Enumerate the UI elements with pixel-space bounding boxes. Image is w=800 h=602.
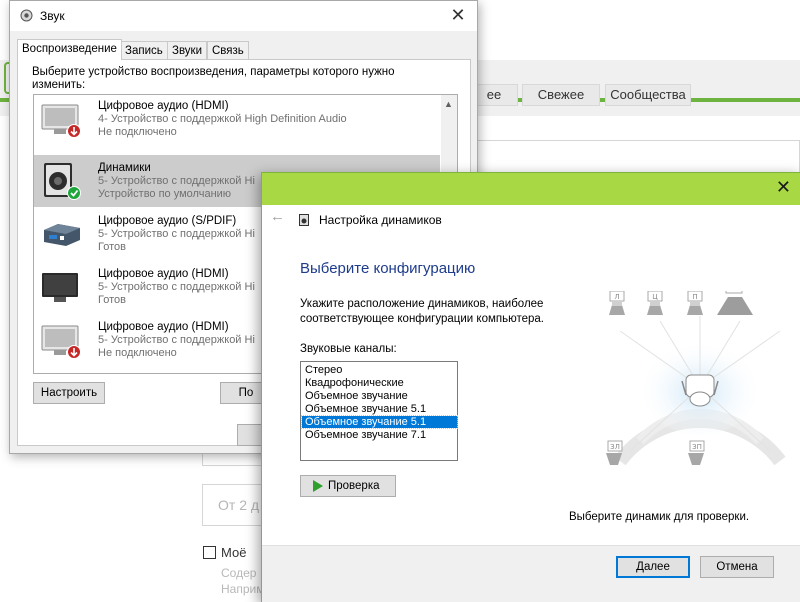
device-description: 5- Устройство с поддержкой Hi <box>98 334 255 346</box>
wizard-hint: Выберите динамик для проверки. <box>569 511 750 523</box>
device-description: 4- Устройство с поддержкой High Definiti… <box>98 113 347 125</box>
speaker-center[interactable]: Ц <box>647 291 663 315</box>
device-status: Готов <box>98 294 126 306</box>
device-name: Цифровое аудио (S/PDIF) <box>98 215 237 227</box>
wizard-header: ← Настройка динамиков <box>262 205 800 233</box>
play-icon <box>313 480 323 492</box>
monitor-icon <box>41 104 81 138</box>
channel-option[interactable]: Объемное звучание 5.1 <box>302 403 457 415</box>
test-button-label: Проверка <box>328 480 380 492</box>
playback-instruction: Выберите устройство воспроизведения, пар… <box>32 66 395 91</box>
channel-option[interactable]: Объемное звучание 7.1 <box>302 429 457 441</box>
device-description: 5- Устройство с поддержкой Hi <box>98 175 255 187</box>
wizard-close-icon[interactable]: ✕ <box>776 177 791 198</box>
device-status: Готов <box>98 241 126 253</box>
spdif-device-icon <box>44 224 80 246</box>
background-checkbox[interactable] <box>203 546 216 559</box>
speaker-label-subwoofer: НЧ <box>729 291 739 293</box>
device-status: Не подключено <box>98 347 177 359</box>
monitor-icon <box>42 273 78 302</box>
tab-playback[interactable]: Воспроизведение <box>17 39 122 60</box>
speaker-rear-right[interactable]: ЗП <box>688 440 705 465</box>
speaker-label-center: Ц <box>652 293 658 301</box>
speaker-label-rear-right: ЗП <box>692 443 702 451</box>
device-description: 5- Устройство с поддержкой Hi <box>98 228 255 240</box>
back-arrow-icon[interactable]: ← <box>270 208 285 225</box>
device-name: Цифровое аудио (HDMI) <box>98 100 229 112</box>
sound-app-icon <box>20 9 33 22</box>
channel-option-selected[interactable]: Объемное звучание 5.1 <box>301 415 458 429</box>
speaker-label-rear-left: ЗЛ <box>610 443 620 451</box>
speaker-front-right[interactable]: П <box>687 291 703 315</box>
wizard-titlebar[interactable]: ✕ <box>262 173 800 205</box>
device-item-hdmi-4[interactable]: Цифровое аудио (HDMI) 4- Устройство с по… <box>34 95 440 145</box>
wizard-title: Настройка динамиков <box>319 213 442 227</box>
speaker-layout-diagram: Л Ц П НЧ ЗЛ <box>606 291 786 466</box>
wizard-description: Укажите расположение динамиков, наиболее… <box>300 298 544 325</box>
wizard-heading: Выберите конфигурацию <box>300 260 476 277</box>
speaker-rear-left[interactable]: ЗЛ <box>606 440 623 465</box>
tab-recording[interactable]: Запись <box>120 41 168 60</box>
monitor-icon <box>41 325 81 359</box>
default-check-badge-icon <box>68 187 80 199</box>
background-checkbox-label: Моё <box>221 545 247 560</box>
device-name: Цифровое аудио (HDMI) <box>98 321 229 333</box>
device-status: Не подключено <box>98 126 177 138</box>
tab-communications[interactable]: Связь <box>207 41 249 60</box>
speaker-icon <box>44 163 81 200</box>
sound-dialog-close-icon[interactable]: ✕ <box>447 5 469 27</box>
next-button[interactable]: Далее <box>616 556 690 578</box>
background-hint-line1: Содер <box>221 566 257 580</box>
test-button[interactable]: Проверка <box>300 475 396 497</box>
channels-listbox[interactable]: Стерео Квадрофонические Объемное звучани… <box>300 361 458 461</box>
speaker-small-icon <box>299 214 309 226</box>
sound-dialog-title: Звук <box>40 9 65 23</box>
cancel-button[interactable]: Отмена <box>700 556 774 578</box>
wizard-button-bar: Далее Отмена <box>262 545 800 602</box>
sound-dialog-titlebar[interactable]: Звук ✕ <box>10 1 477 31</box>
device-description: 5- Устройство с поддержкой Hi <box>98 281 255 293</box>
background-tab-fresh[interactable]: Свежее <box>522 84 600 106</box>
background-tab-communities[interactable]: Сообщества <box>605 84 691 106</box>
device-name: Динамики <box>98 162 151 174</box>
tab-sounds[interactable]: Звуки <box>167 41 208 60</box>
device-name: Цифровое аудио (HDMI) <box>98 268 229 280</box>
speaker-front-left[interactable]: Л <box>609 291 625 315</box>
channel-option[interactable]: Объемное звучание <box>302 390 457 402</box>
scroll-up-arrow-icon[interactable]: ▲ <box>444 99 453 109</box>
speaker-label-front-left: Л <box>614 293 619 301</box>
speaker-setup-wizard: ✕ ← Настройка динамиков Выберите конфигу… <box>261 172 800 602</box>
channel-option[interactable]: Квадрофонические <box>302 377 457 389</box>
background-input-box[interactable] <box>470 140 800 176</box>
background-date-input-text: От 2 д <box>218 497 260 513</box>
speaker-subwoofer[interactable]: НЧ <box>717 291 753 315</box>
speaker-label-front-right: П <box>692 293 697 301</box>
configure-button[interactable]: Настроить <box>33 382 105 404</box>
channels-label: Звуковые каналы: <box>300 343 397 355</box>
channel-option[interactable]: Стерео <box>302 364 457 376</box>
device-status: Устройство по умолчанию <box>98 188 232 200</box>
